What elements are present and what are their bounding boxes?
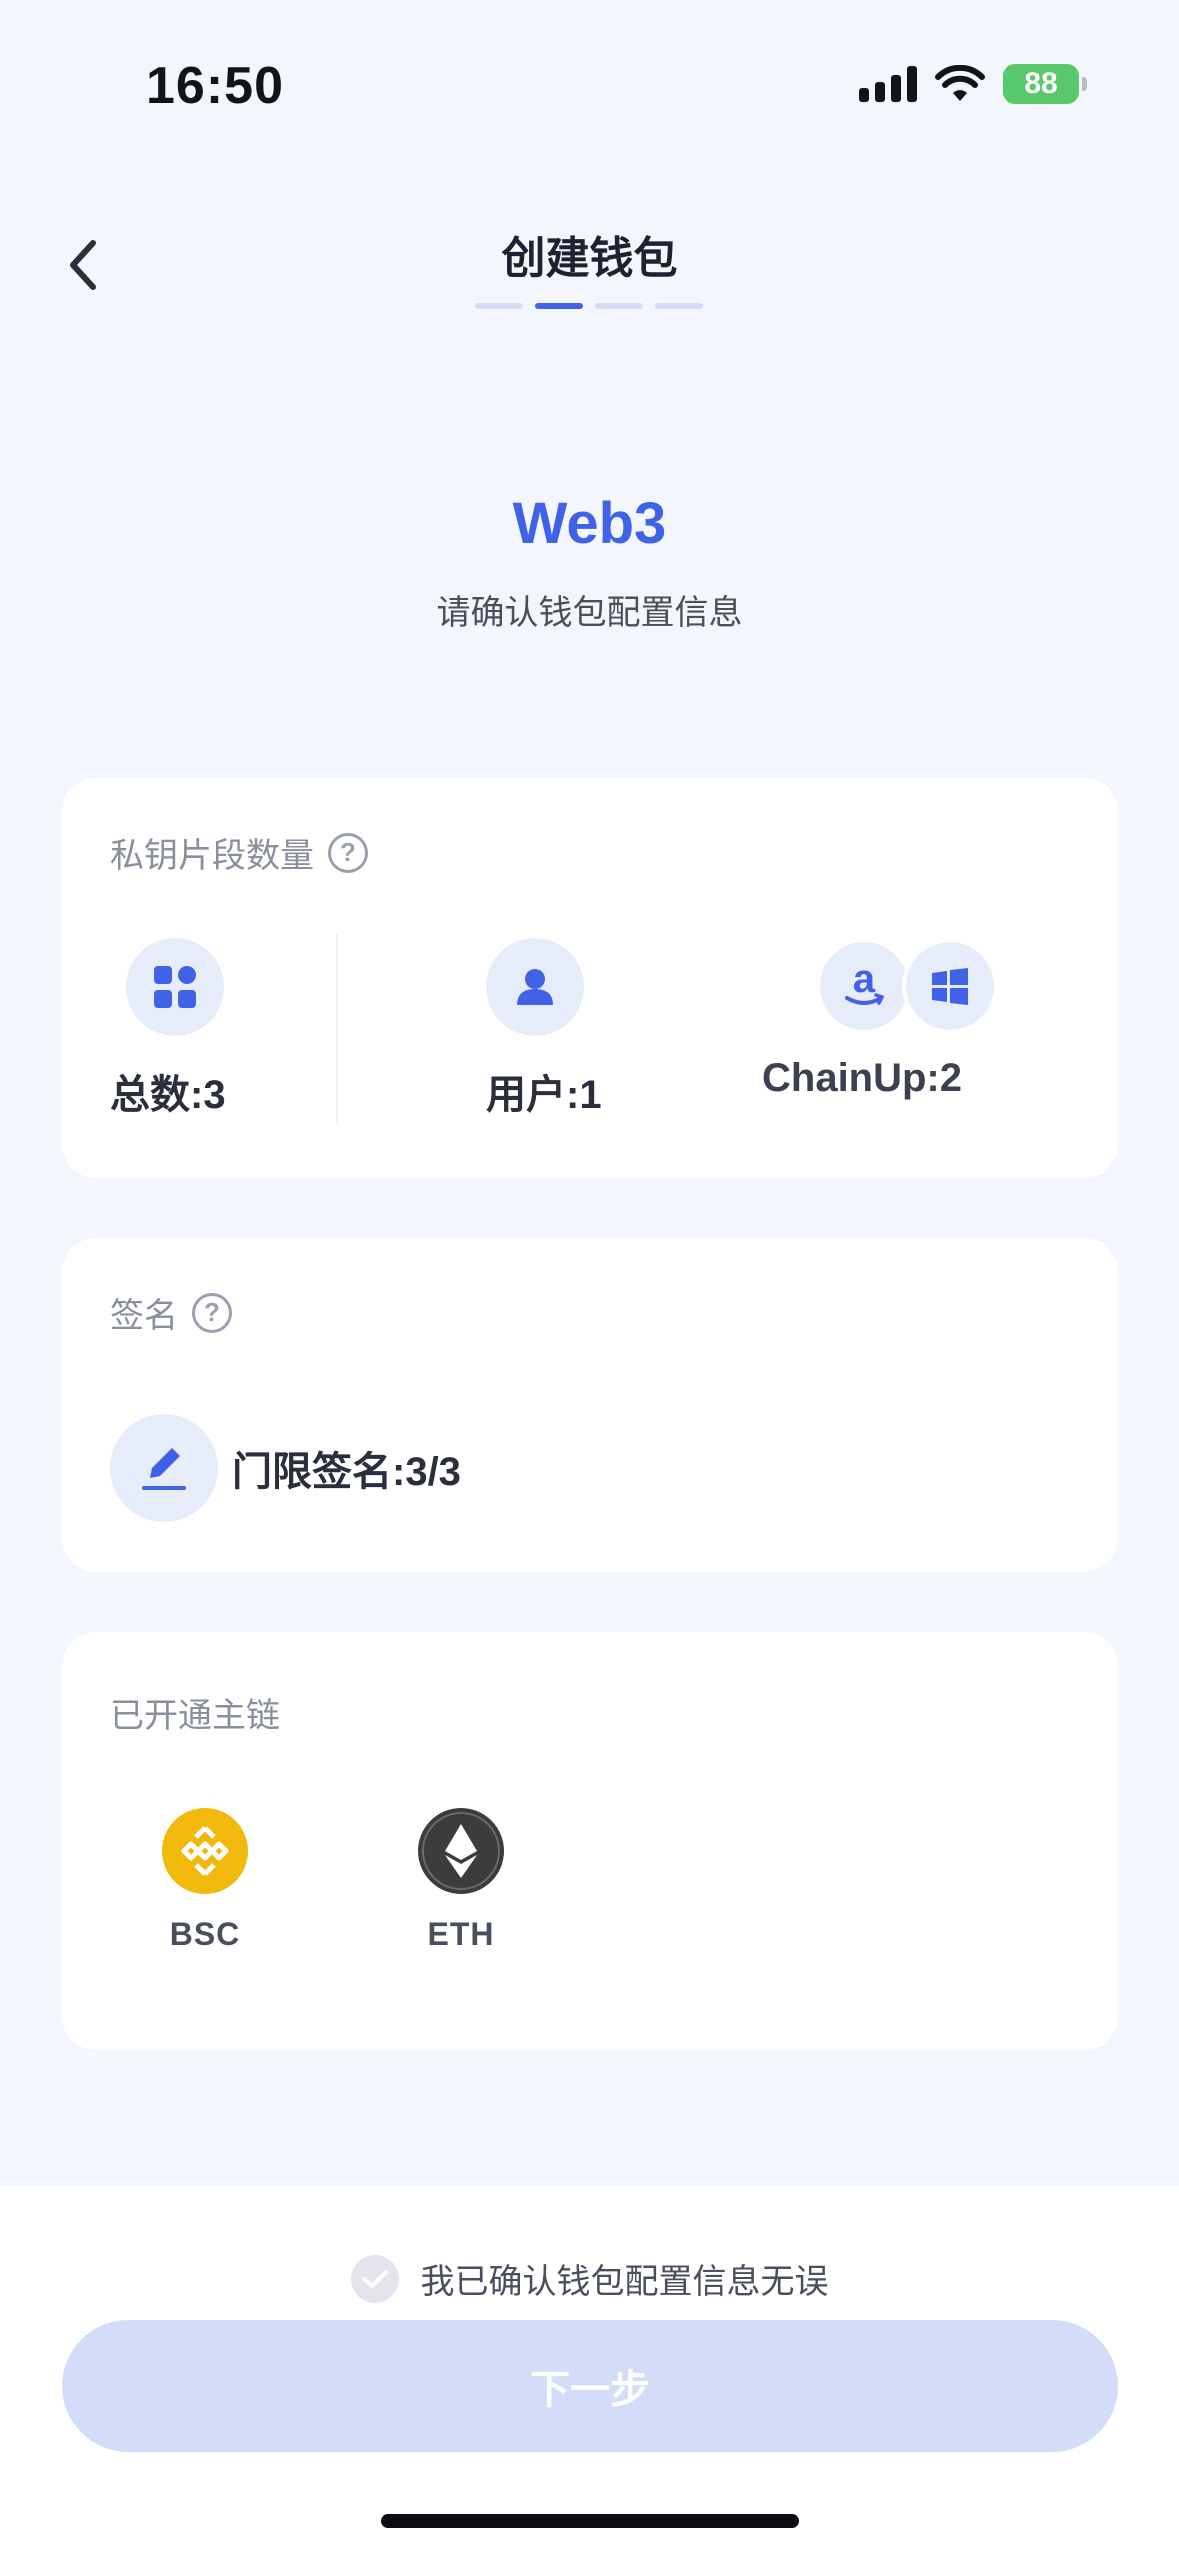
footer: 我已确认钱包配置信息无误 下一步 xyxy=(0,2186,1179,2556)
home-indicator[interactable] xyxy=(381,2514,799,2528)
chain-item-eth: ETH xyxy=(396,1808,526,1953)
page-title: 创建钱包 xyxy=(501,234,678,283)
divider xyxy=(336,934,338,1124)
confirm-checkbox-row[interactable]: 我已确认钱包配置信息无误 xyxy=(0,2254,1179,2303)
fragment-chainup: a ChainUp:2 xyxy=(762,938,998,1101)
cellular-signal-icon xyxy=(859,66,917,102)
checkbox[interactable] xyxy=(350,2254,399,2303)
chains-title: 已开通主链 xyxy=(110,1697,280,1735)
confirm-text: 我已确认钱包配置信息无误 xyxy=(420,2263,829,2301)
eth-icon xyxy=(418,1808,504,1894)
chainup-label: ChainUp:2 xyxy=(762,1056,962,1100)
nav-bar: 创建钱包 xyxy=(0,200,1179,340)
fragment-user: 用户:1 xyxy=(486,938,602,1120)
battery-level: 88 xyxy=(1024,67,1058,100)
help-icon[interactable]: ? xyxy=(328,832,368,873)
check-icon xyxy=(361,2269,388,2288)
hero-subtitle: 请确认钱包配置信息 xyxy=(436,594,743,632)
step-1 xyxy=(475,303,523,309)
windows-icon xyxy=(902,938,998,1034)
wifi-icon xyxy=(935,65,985,101)
chain-label: BSC xyxy=(169,1916,241,1952)
total-label: 总数:3 xyxy=(110,1073,226,1117)
fragment-total: 总数:3 xyxy=(110,938,226,1120)
signature-title: 签名 ? xyxy=(110,1288,232,1337)
help-icon[interactable]: ? xyxy=(192,1292,232,1333)
provider-icons: a xyxy=(816,938,998,1034)
chains-card: 已开通主链 BSC ETH xyxy=(62,1632,1118,2050)
wallet-name: Web3 xyxy=(512,491,667,556)
step-4 xyxy=(655,303,703,309)
bsc-icon xyxy=(162,1808,248,1894)
signature-card: 签名 ? 门限签名:3/3 xyxy=(62,1238,1118,1572)
battery-icon: 88 xyxy=(1003,64,1087,104)
threshold-row: 门限签名:3/3 xyxy=(110,1414,461,1522)
threshold-label: 门限签名:3/3 xyxy=(232,1450,461,1494)
amazon-icon: a xyxy=(816,938,912,1034)
key-fragments-card: 私钥片段数量 ? 总数:3 用户:1 a ChainUp:2 xyxy=(62,778,1118,1178)
status-time: 16:50 xyxy=(146,57,284,115)
status-bar: 16:50 88 xyxy=(0,0,1179,170)
grid-icon xyxy=(126,938,224,1036)
chain-label: ETH xyxy=(427,1916,495,1952)
pen-icon xyxy=(110,1414,218,1522)
step-indicator xyxy=(475,303,703,309)
step-2 xyxy=(535,303,583,309)
step-3 xyxy=(595,303,643,309)
user-icon xyxy=(486,938,584,1036)
svg-text:a: a xyxy=(853,960,876,1001)
chain-item-bsc: BSC xyxy=(140,1808,270,1953)
user-label: 用户:1 xyxy=(486,1073,602,1117)
key-fragments-title: 私钥片段数量 ? xyxy=(110,828,368,877)
hero: Web3 请确认钱包配置信息 xyxy=(0,490,1179,634)
next-button[interactable]: 下一步 xyxy=(62,2320,1118,2452)
status-icons: 88 xyxy=(859,64,1087,104)
